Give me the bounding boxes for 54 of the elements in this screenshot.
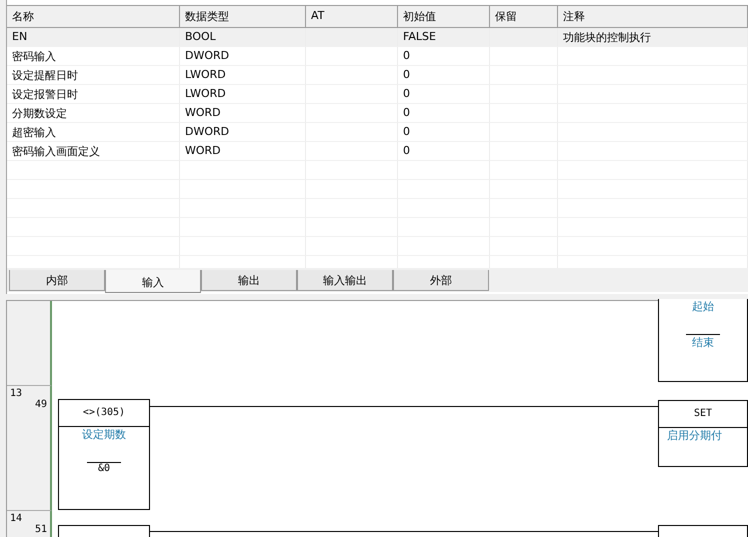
table-row[interactable]: 密码输入 DWORD 0 <box>7 47 748 66</box>
column-header[interactable]: 名称 <box>7 6 180 27</box>
table-cell: 设定提醒日时 <box>12 69 78 82</box>
table-cell: FALSE <box>403 30 436 43</box>
table-row[interactable]: 设定提醒日时 LWORD 0 <box>7 66 748 85</box>
operand-label: 起始 <box>691 299 715 314</box>
table-cell: 功能块的控制执行 <box>563 31 651 44</box>
operand-label: 设定期数 <box>81 427 127 442</box>
table-cell: 0 <box>403 125 410 138</box>
table-cell: 0 <box>403 68 410 81</box>
table-cell: 0 <box>403 87 410 100</box>
table-row[interactable]: 密码输入画面定义 WORD 0 <box>7 142 748 161</box>
step-number: 49 <box>34 399 47 410</box>
table-row[interactable]: EN BOOL FALSE 功能块的控制执行 <box>7 28 748 47</box>
table-cell: LWORD <box>185 68 226 81</box>
tab[interactable]: 输出 <box>201 270 297 291</box>
column-header[interactable]: 保留 <box>490 6 558 27</box>
table-cell: 分期数设定 <box>12 107 67 120</box>
instruction-block[interactable]: <>(305) 设定期数 &0 <box>58 399 150 510</box>
table-cell: DWORD <box>185 49 230 62</box>
column-header[interactable]: 注释 <box>558 6 748 27</box>
step-number: 51 <box>34 524 47 535</box>
tab[interactable]: 外部 <box>393 270 489 291</box>
table-cell: EN <box>12 30 28 43</box>
table-cell: DWORD <box>185 125 230 138</box>
table-cell: WORD <box>185 106 221 119</box>
operand-label: 结束 <box>686 334 720 350</box>
column-header[interactable]: 数据类型 <box>180 6 306 27</box>
table-cell: 0 <box>403 49 410 62</box>
table-cell: 设定报警日时 <box>12 88 78 101</box>
table-row[interactable]: 分期数设定 WORD 0 <box>7 104 748 123</box>
instruction-name: <>(305) <box>59 400 149 427</box>
table-cell: 密码输入画面定义 <box>12 145 100 158</box>
rung-number: 13 <box>10 388 22 399</box>
rung-number: 14 <box>10 513 22 524</box>
table-cell: 密码输入 <box>12 50 56 63</box>
instruction-name: SET <box>659 401 747 428</box>
tab[interactable]: 内部 <box>9 270 105 291</box>
instruction-block[interactable]: SET 启用分期付 <box>658 400 748 467</box>
operand-value: &0 <box>87 462 121 474</box>
table-cell: 0 <box>403 144 410 157</box>
column-header[interactable]: 初始值 <box>398 6 490 27</box>
table-row[interactable]: 超密输入 DWORD 0 <box>7 123 748 142</box>
table-row[interactable]: 设定报警日时 LWORD 0 <box>7 85 748 104</box>
column-header[interactable]: AT <box>306 6 398 27</box>
table-cell: LWORD <box>185 87 226 100</box>
tab[interactable]: 输入输出 <box>297 270 393 291</box>
instruction-block[interactable]: 起始 结束 <box>658 299 748 382</box>
table-cell: WORD <box>185 144 221 157</box>
operand-label: 启用分期付 <box>666 428 723 443</box>
table-cell: BOOL <box>185 30 216 43</box>
table-cell: 0 <box>403 106 410 119</box>
tab[interactable]: 输入 <box>105 270 201 293</box>
table-cell: 超密输入 <box>12 126 56 139</box>
